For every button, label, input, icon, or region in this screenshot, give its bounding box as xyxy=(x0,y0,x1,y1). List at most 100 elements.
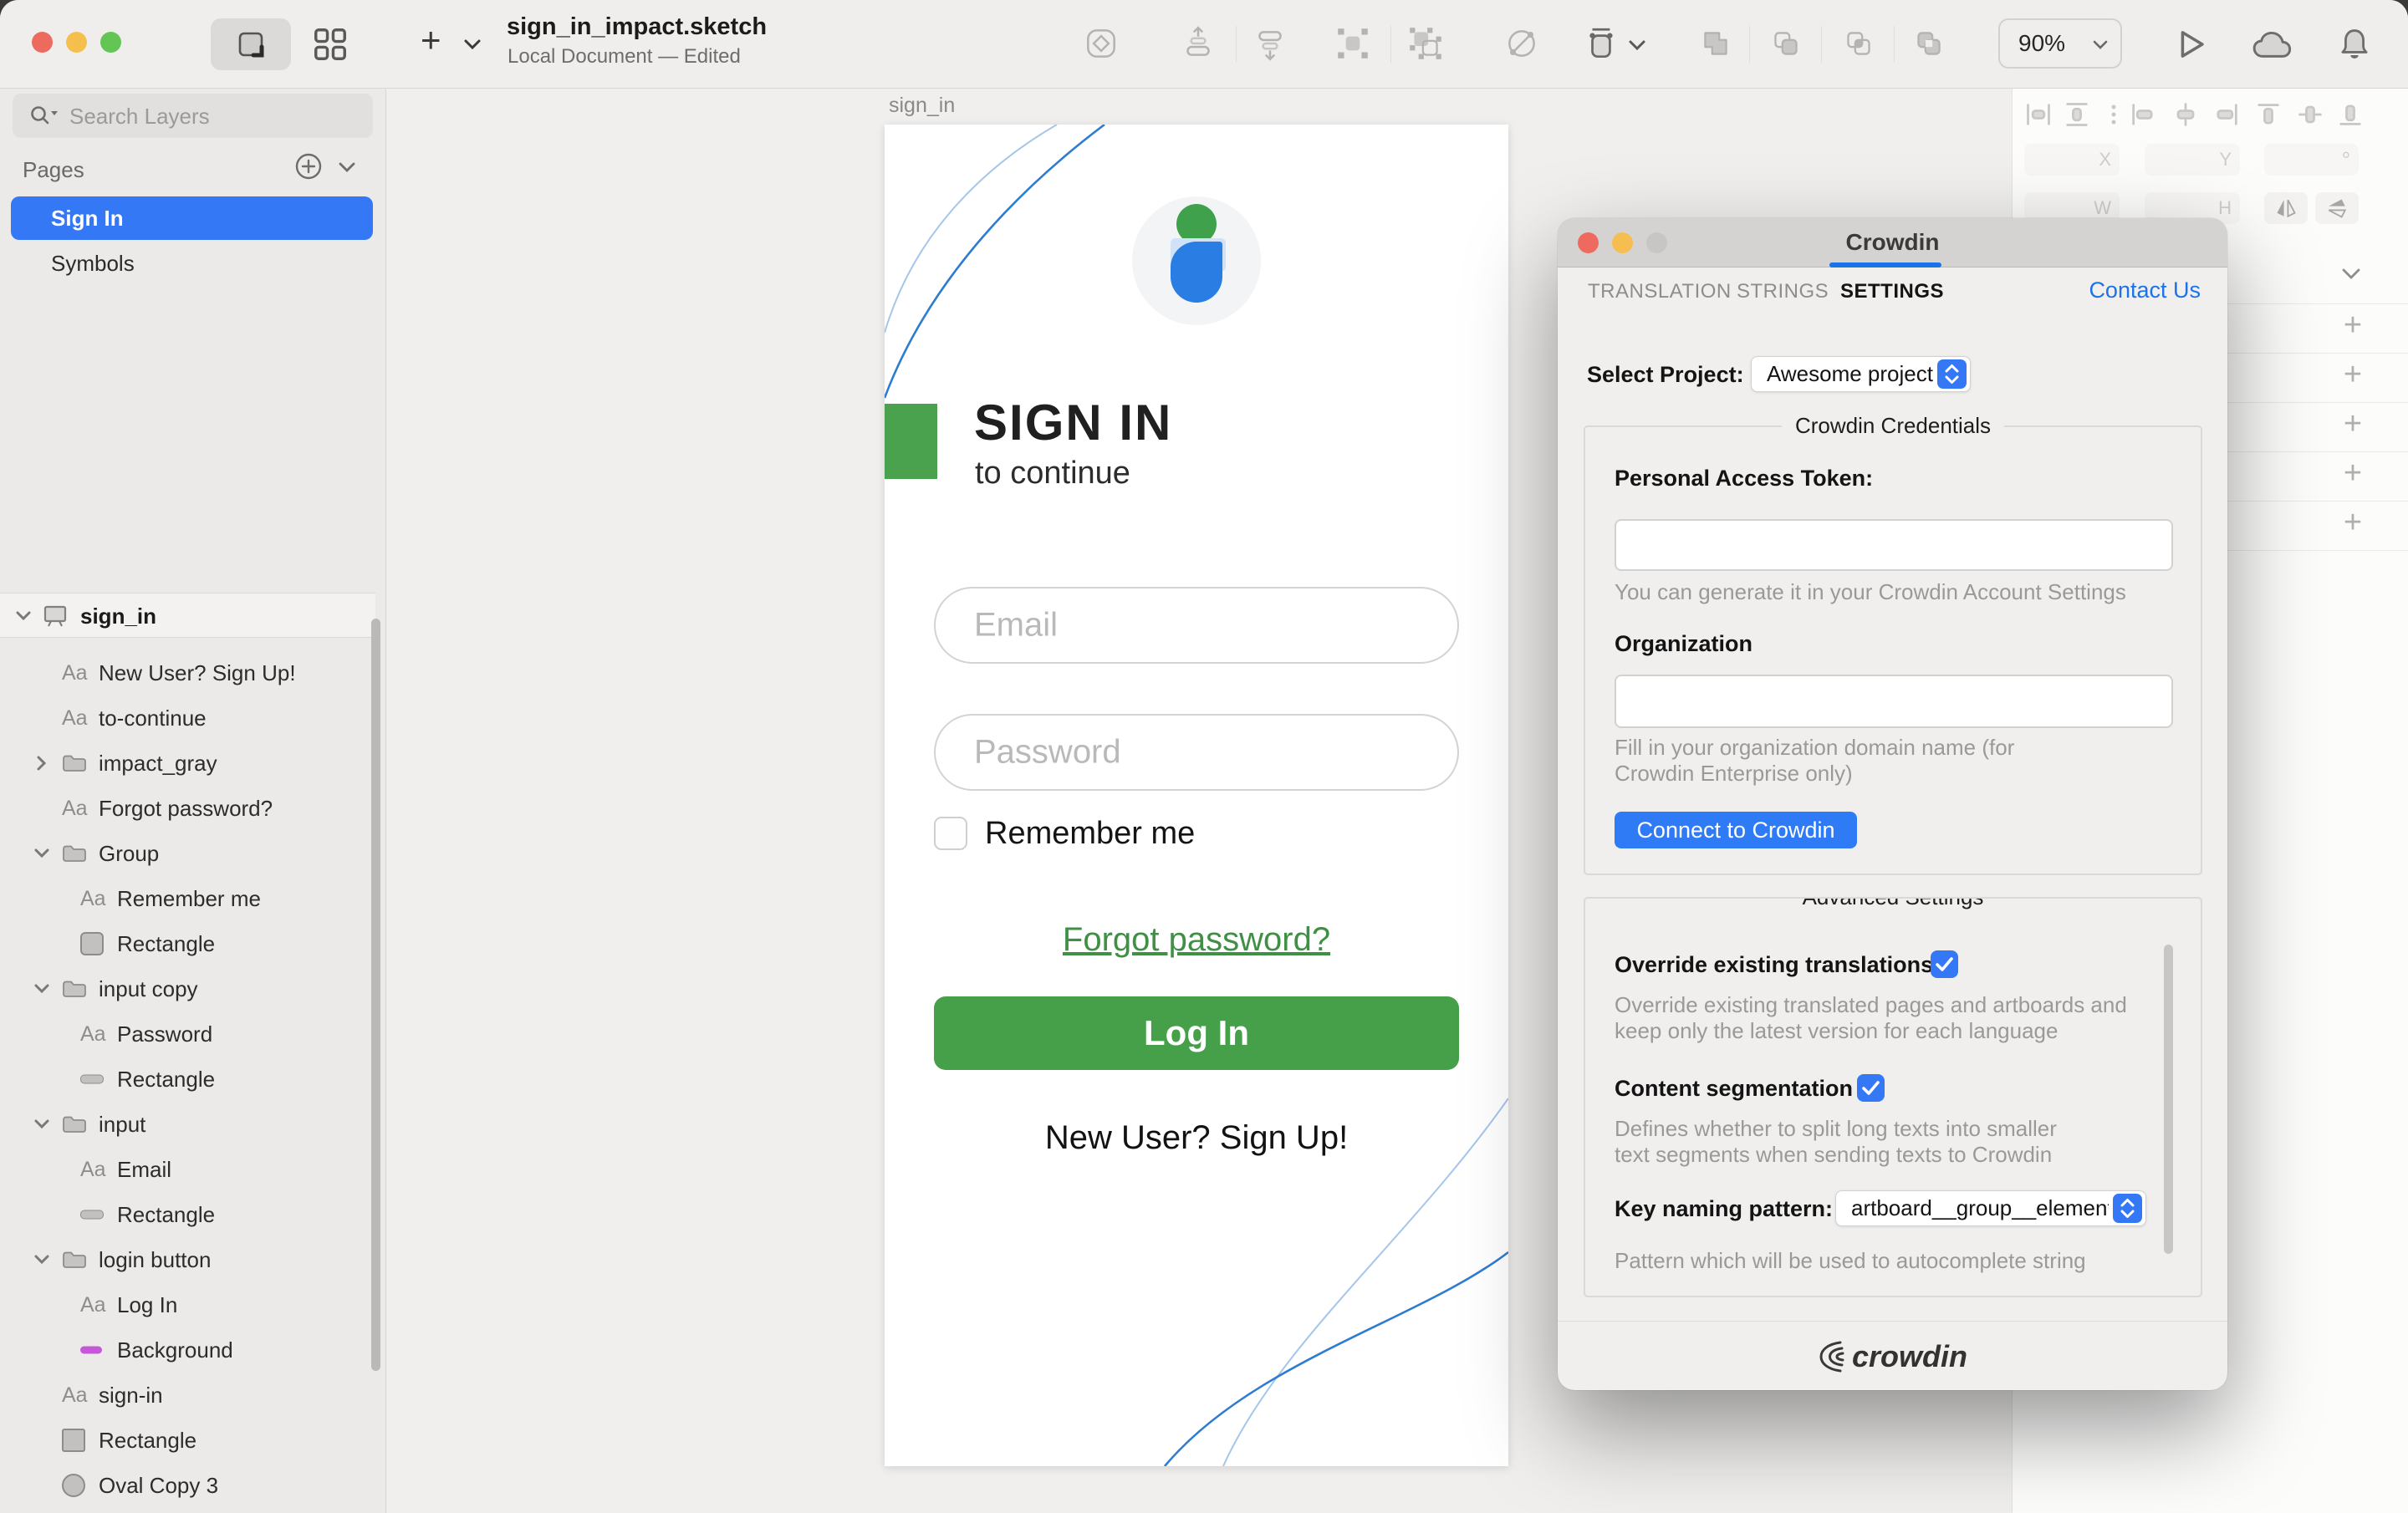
resize-tool-icon[interactable] xyxy=(1583,24,1621,63)
crowdin-tab-settings[interactable]: SETTINGS xyxy=(1840,280,1944,303)
remember-me-checkbox[interactable] xyxy=(934,817,967,850)
symbol-tool-icon[interactable] xyxy=(1082,24,1120,63)
insert-chevron-icon[interactable] xyxy=(462,36,483,53)
artboard-label[interactable]: sign_in xyxy=(889,94,955,118)
key-naming-pattern-dropdown[interactable]: artboard__group__element xyxy=(1835,1190,2146,1226)
contact-us-link[interactable]: Contact Us xyxy=(2089,278,2201,303)
layer-row[interactable]: Oval Copy 3 xyxy=(0,1463,375,1508)
organization-input[interactable] xyxy=(1615,675,2173,728)
insert-button[interactable]: + xyxy=(421,20,441,60)
move-forward-icon[interactable] xyxy=(1179,24,1217,63)
disclosure-down-icon[interactable] xyxy=(32,1250,52,1270)
transform-tool-icon[interactable] xyxy=(1502,24,1541,63)
align-middle-vertical-icon[interactable] xyxy=(2296,100,2324,129)
layer-row[interactable]: AaNew User? Sign Up! xyxy=(0,650,375,695)
green-accent-rect[interactable] xyxy=(885,404,937,479)
layer-row[interactable]: impact_gray xyxy=(0,741,375,786)
email-field[interactable]: Email xyxy=(934,587,1459,664)
align-center-horizontal-icon[interactable] xyxy=(2171,100,2200,129)
password-field[interactable]: Password xyxy=(934,714,1459,791)
add-style-button[interactable]: + xyxy=(2339,357,2367,393)
layer-row[interactable]: AaEmail xyxy=(0,1147,375,1192)
disclosure-down-icon[interactable] xyxy=(32,979,52,999)
x-position-field[interactable]: X xyxy=(2024,144,2120,176)
layer-row[interactable]: AaRemember me xyxy=(0,876,375,921)
preview-play-icon[interactable] xyxy=(2175,28,2208,61)
disclosure-right-icon[interactable] xyxy=(32,753,52,773)
search-layers-field[interactable] xyxy=(13,94,373,138)
layer-row[interactable]: input copy xyxy=(0,966,375,1011)
token-input[interactable] xyxy=(1615,519,2173,571)
add-style-button[interactable]: + xyxy=(2339,505,2367,541)
disclosure-down-icon[interactable] xyxy=(13,606,33,626)
distribute-vertical-icon[interactable] xyxy=(2063,100,2091,129)
layer-row[interactable]: login button xyxy=(0,1237,375,1282)
add-style-button[interactable]: + xyxy=(2339,456,2367,492)
align-left-icon[interactable] xyxy=(2129,100,2157,129)
sign-in-subheading[interactable]: to continue xyxy=(975,456,1130,492)
cloud-sync-icon[interactable] xyxy=(2252,31,2293,59)
project-select-dropdown[interactable]: Awesome project xyxy=(1751,356,1971,392)
pages-collapse-chevron-icon[interactable] xyxy=(336,160,358,175)
canvas-view-toggle[interactable] xyxy=(211,18,291,70)
artboard-sign-in[interactable]: SIGN IN to continue Email Password Remem… xyxy=(885,125,1508,1466)
forgot-password-link[interactable]: Forgot password? xyxy=(885,921,1508,959)
align-bottom-icon[interactable] xyxy=(2336,100,2365,129)
close-button[interactable] xyxy=(32,32,53,53)
content-segmentation-checkbox[interactable] xyxy=(1857,1074,1885,1102)
ungroup-tool-icon[interactable] xyxy=(1406,24,1445,63)
intersect-tool-icon[interactable] xyxy=(1839,24,1878,63)
disclosure-down-icon[interactable] xyxy=(32,1114,52,1134)
override-translations-checkbox[interactable] xyxy=(1931,950,1958,978)
layer-row[interactable]: Aasign-in xyxy=(0,1373,375,1418)
layer-row[interactable]: AaPassword xyxy=(0,1011,375,1057)
crowdin-tab-translation[interactable]: TRANSLATION xyxy=(1588,280,1732,303)
more-options-icon[interactable] xyxy=(2099,100,2128,129)
layer-row[interactable]: AaForgot password? xyxy=(0,786,375,831)
sign-up-text[interactable]: New User? Sign Up! xyxy=(885,1119,1508,1157)
union-tool-icon[interactable] xyxy=(1696,24,1735,63)
sign-in-heading[interactable]: SIGN IN xyxy=(974,394,1172,451)
layer-row[interactable]: AaLog In xyxy=(0,1282,375,1327)
disclosure-down-icon[interactable] xyxy=(32,843,52,863)
y-position-field[interactable]: Y xyxy=(2145,144,2240,176)
layer-row[interactable]: Rectangle xyxy=(0,921,375,966)
distribute-horizontal-icon[interactable] xyxy=(2024,100,2053,129)
rotation-field[interactable]: ° xyxy=(2264,144,2359,176)
crowdin-tab-strings[interactable]: STRINGS xyxy=(1737,280,1829,303)
layer-row[interactable]: Group xyxy=(0,831,375,876)
flip-horizontal-button[interactable] xyxy=(2264,192,2308,224)
layer-row[interactable]: Rectangle xyxy=(0,1192,375,1237)
layer-row-artboard[interactable]: sign_in xyxy=(0,593,375,638)
sidebar-page-symbols[interactable]: Symbols xyxy=(11,242,373,285)
zoom-window-button[interactable] xyxy=(100,32,121,53)
notifications-bell-icon[interactable] xyxy=(2338,26,2371,63)
connect-to-crowdin-button[interactable]: Connect to Crowdin xyxy=(1615,812,1857,848)
difference-tool-icon[interactable] xyxy=(1910,24,1948,63)
add-style-button[interactable]: + xyxy=(2339,308,2367,344)
move-backward-icon[interactable] xyxy=(1251,24,1289,63)
flip-vertical-button[interactable] xyxy=(2315,192,2359,224)
layer-row[interactable]: Aato-continue xyxy=(0,695,375,741)
layer-row[interactable]: Background xyxy=(0,1327,375,1373)
layer-row[interactable]: Rectangle xyxy=(0,1418,375,1463)
subtract-tool-icon[interactable] xyxy=(1767,24,1805,63)
align-right-icon[interactable] xyxy=(2212,100,2241,129)
zoom-level-dropdown[interactable]: 90% xyxy=(1998,18,2122,69)
section-collapse-chevron-icon[interactable] xyxy=(2339,266,2364,283)
layer-row[interactable]: Rectangle xyxy=(0,1057,375,1102)
search-input[interactable] xyxy=(68,94,364,140)
sidebar-scrollbar[interactable] xyxy=(371,619,380,1371)
minimize-button[interactable] xyxy=(66,32,87,53)
log-in-button[interactable]: Log In xyxy=(934,996,1459,1070)
advanced-settings-scrollbar[interactable] xyxy=(2164,945,2173,1254)
add-style-button[interactable]: + xyxy=(2339,406,2367,442)
group-tool-icon[interactable] xyxy=(1334,24,1372,63)
logo-droplet[interactable] xyxy=(1171,242,1222,303)
grid-view-icon[interactable] xyxy=(311,25,349,64)
align-top-icon[interactable] xyxy=(2254,100,2283,129)
add-page-icon[interactable] xyxy=(294,152,323,181)
crowdin-titlebar[interactable]: Crowdin xyxy=(1558,218,2227,267)
resize-options-chevron-icon[interactable] xyxy=(1627,38,1647,53)
layer-row[interactable]: input xyxy=(0,1102,375,1147)
